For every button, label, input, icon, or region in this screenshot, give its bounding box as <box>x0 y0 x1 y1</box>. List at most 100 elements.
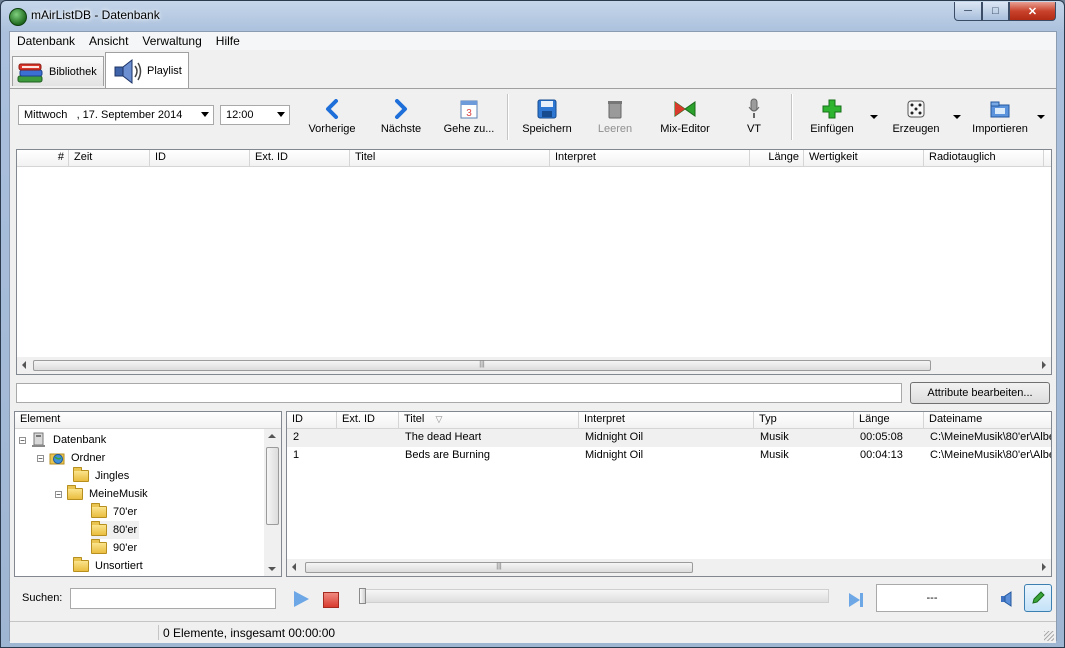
tree-item-meinemusik[interactable]: − MeineMusik <box>55 485 148 503</box>
menu-verwaltung[interactable]: Verwaltung <box>135 34 208 48</box>
collapse-icon[interactable]: − <box>19 436 26 444</box>
play-icon[interactable] <box>294 591 309 607</box>
col-wertigkeit[interactable]: Wertigkeit <box>804 150 924 166</box>
tree-item-label: Jingles <box>95 470 130 482</box>
resize-grip[interactable] <box>1044 631 1054 641</box>
attribute-field[interactable] <box>16 383 902 403</box>
tree-item-unsortiert[interactable]: Unsortiert <box>73 557 143 575</box>
generate-dropdown-icon[interactable] <box>953 115 961 119</box>
clear-button[interactable]: Leeren <box>590 98 640 140</box>
col-typ[interactable]: Typ <box>754 412 854 428</box>
menu-hilfe[interactable]: Hilfe <box>209 34 247 48</box>
generate-button[interactable]: Erzeugen <box>886 98 946 140</box>
goto-label: Gehe zu... <box>443 123 495 135</box>
prev-button[interactable]: Vorherige <box>305 98 359 140</box>
col-laenge[interactable]: Länge <box>854 412 924 428</box>
col-number[interactable]: # <box>17 150 69 166</box>
close-button[interactable]: ✕ <box>1009 2 1056 21</box>
playlist-hscrollbar[interactable]: ||| <box>17 357 1051 374</box>
time-select[interactable]: 12:00 <box>220 105 290 125</box>
seek-slider[interactable] <box>359 588 829 604</box>
status-separator <box>158 625 159 640</box>
sort-down-icon: ▽ <box>435 414 443 424</box>
tree-item-80er[interactable]: 80'er <box>91 521 140 539</box>
folder-icon <box>91 503 107 518</box>
tree-item-jingles[interactable]: Jingles <box>73 467 129 485</box>
folder-tree[interactable]: Element − Datenbank − Ordner Jingles − M… <box>14 411 282 577</box>
chevron-left-icon <box>326 99 338 119</box>
col-id[interactable]: ID <box>287 412 337 428</box>
col-titel[interactable]: Titel <box>350 150 550 166</box>
vt-button[interactable]: VT <box>736 98 772 140</box>
collapse-icon[interactable]: − <box>37 454 44 462</box>
col-interpret[interactable]: Interpret <box>579 412 754 428</box>
scroll-down-icon[interactable] <box>268 567 276 571</box>
import-button[interactable]: Importieren <box>968 98 1032 140</box>
minimize-button[interactable]: ─ <box>954 2 982 21</box>
col-id[interactable]: ID <box>150 150 250 166</box>
next-button[interactable]: Nächste <box>374 98 428 140</box>
import-dropdown-icon[interactable] <box>1037 115 1045 119</box>
pencil-icon <box>1032 591 1045 604</box>
col-laenge[interactable]: Länge <box>750 150 804 166</box>
tab-playlist[interactable]: Playlist <box>105 52 189 88</box>
tree-item-70er[interactable]: 70'er <box>91 503 137 521</box>
col-interpret[interactable]: Interpret <box>550 150 750 166</box>
scroll-right-icon[interactable] <box>1042 563 1046 571</box>
plus-icon <box>822 99 842 119</box>
calendar-icon: 3 <box>460 100 478 119</box>
next-label: Nächste <box>380 123 422 135</box>
skip-next-icon[interactable] <box>848 592 864 608</box>
save-button[interactable]: Speichern <box>518 98 576 140</box>
table-row[interactable]: 2 The dead Heart Midnight Oil Musik 00:0… <box>287 429 1051 447</box>
library-hscrollbar[interactable]: ||| <box>287 559 1051 576</box>
cell-length: 00:05:08 <box>860 431 903 443</box>
search-input[interactable] <box>70 588 276 609</box>
maximize-button[interactable]: □ <box>982 2 1009 21</box>
tab-bibliothek[interactable]: Bibliothek <box>12 56 104 86</box>
books-icon <box>17 63 43 82</box>
menu-datenbank[interactable]: Datenbank <box>10 34 82 48</box>
tab-playlist-label: Playlist <box>147 64 182 77</box>
col-radiotauglich[interactable]: Radiotauglich <box>924 150 1044 166</box>
edit-attributes-button[interactable]: Attribute bearbeiten... <box>910 382 1050 404</box>
status-bar: 0 Elemente, insgesamt 00:00:00 <box>10 621 1056 643</box>
table-row[interactable]: 1 Beds are Burning Midnight Oil Musik 00… <box>287 447 1051 465</box>
col-titel[interactable]: Titel ▽ <box>399 412 579 428</box>
stop-icon[interactable] <box>323 592 339 608</box>
cell-title: The dead Heart <box>405 431 482 443</box>
scroll-right-icon[interactable] <box>1042 361 1046 369</box>
scroll-left-icon[interactable] <box>292 563 296 571</box>
chevron-right-icon <box>395 99 407 119</box>
title-bar[interactable]: mAirListDB - Datenbank ─ □ ✕ <box>1 1 1064 31</box>
col-zeit[interactable]: Zeit <box>69 150 150 166</box>
scrollbar-thumb[interactable]: ||| <box>33 360 931 371</box>
tree-item-datenbank[interactable]: − Datenbank <box>19 431 106 449</box>
edit-button[interactable] <box>1024 584 1052 612</box>
goto-button[interactable]: 3 Gehe zu... <box>438 98 500 140</box>
scroll-left-icon[interactable] <box>22 361 26 369</box>
col-ext-id[interactable]: Ext. ID <box>337 412 399 428</box>
volume-icon[interactable] <box>1000 591 1018 607</box>
insert-dropdown-icon[interactable] <box>870 115 878 119</box>
tree-vscrollbar[interactable] <box>264 429 281 576</box>
minimize-icon: ─ <box>964 5 972 17</box>
col-ext-id[interactable]: Ext. ID <box>250 150 350 166</box>
scrollbar-thumb[interactable]: ||| <box>305 562 693 573</box>
seek-handle[interactable] <box>359 588 366 604</box>
library-grid[interactable]: ID Ext. ID Titel ▽ Interpret Typ Länge D… <box>286 411 1052 577</box>
mix-editor-button[interactable]: Mix-Editor <box>654 98 716 140</box>
trash-icon <box>608 101 622 119</box>
insert-button[interactable]: Einfügen <box>802 98 862 140</box>
cell-type: Musik <box>760 449 789 461</box>
menu-ansicht[interactable]: Ansicht <box>82 34 135 48</box>
tree-item-90er[interactable]: 90'er <box>91 539 137 557</box>
date-picker[interactable]: Mittwoch , 17. September 2014 <box>18 105 214 125</box>
scrollbar-thumb[interactable] <box>266 447 279 525</box>
playlist-grid[interactable]: # Zeit ID Ext. ID Titel Interpret Länge … <box>16 149 1052 375</box>
col-dateiname[interactable]: Dateiname <box>924 412 1051 428</box>
collapse-icon[interactable]: − <box>55 490 62 498</box>
cell-artist: Midnight Oil <box>585 431 644 443</box>
scroll-up-icon[interactable] <box>268 434 276 438</box>
tree-item-ordner[interactable]: − Ordner <box>37 449 105 467</box>
